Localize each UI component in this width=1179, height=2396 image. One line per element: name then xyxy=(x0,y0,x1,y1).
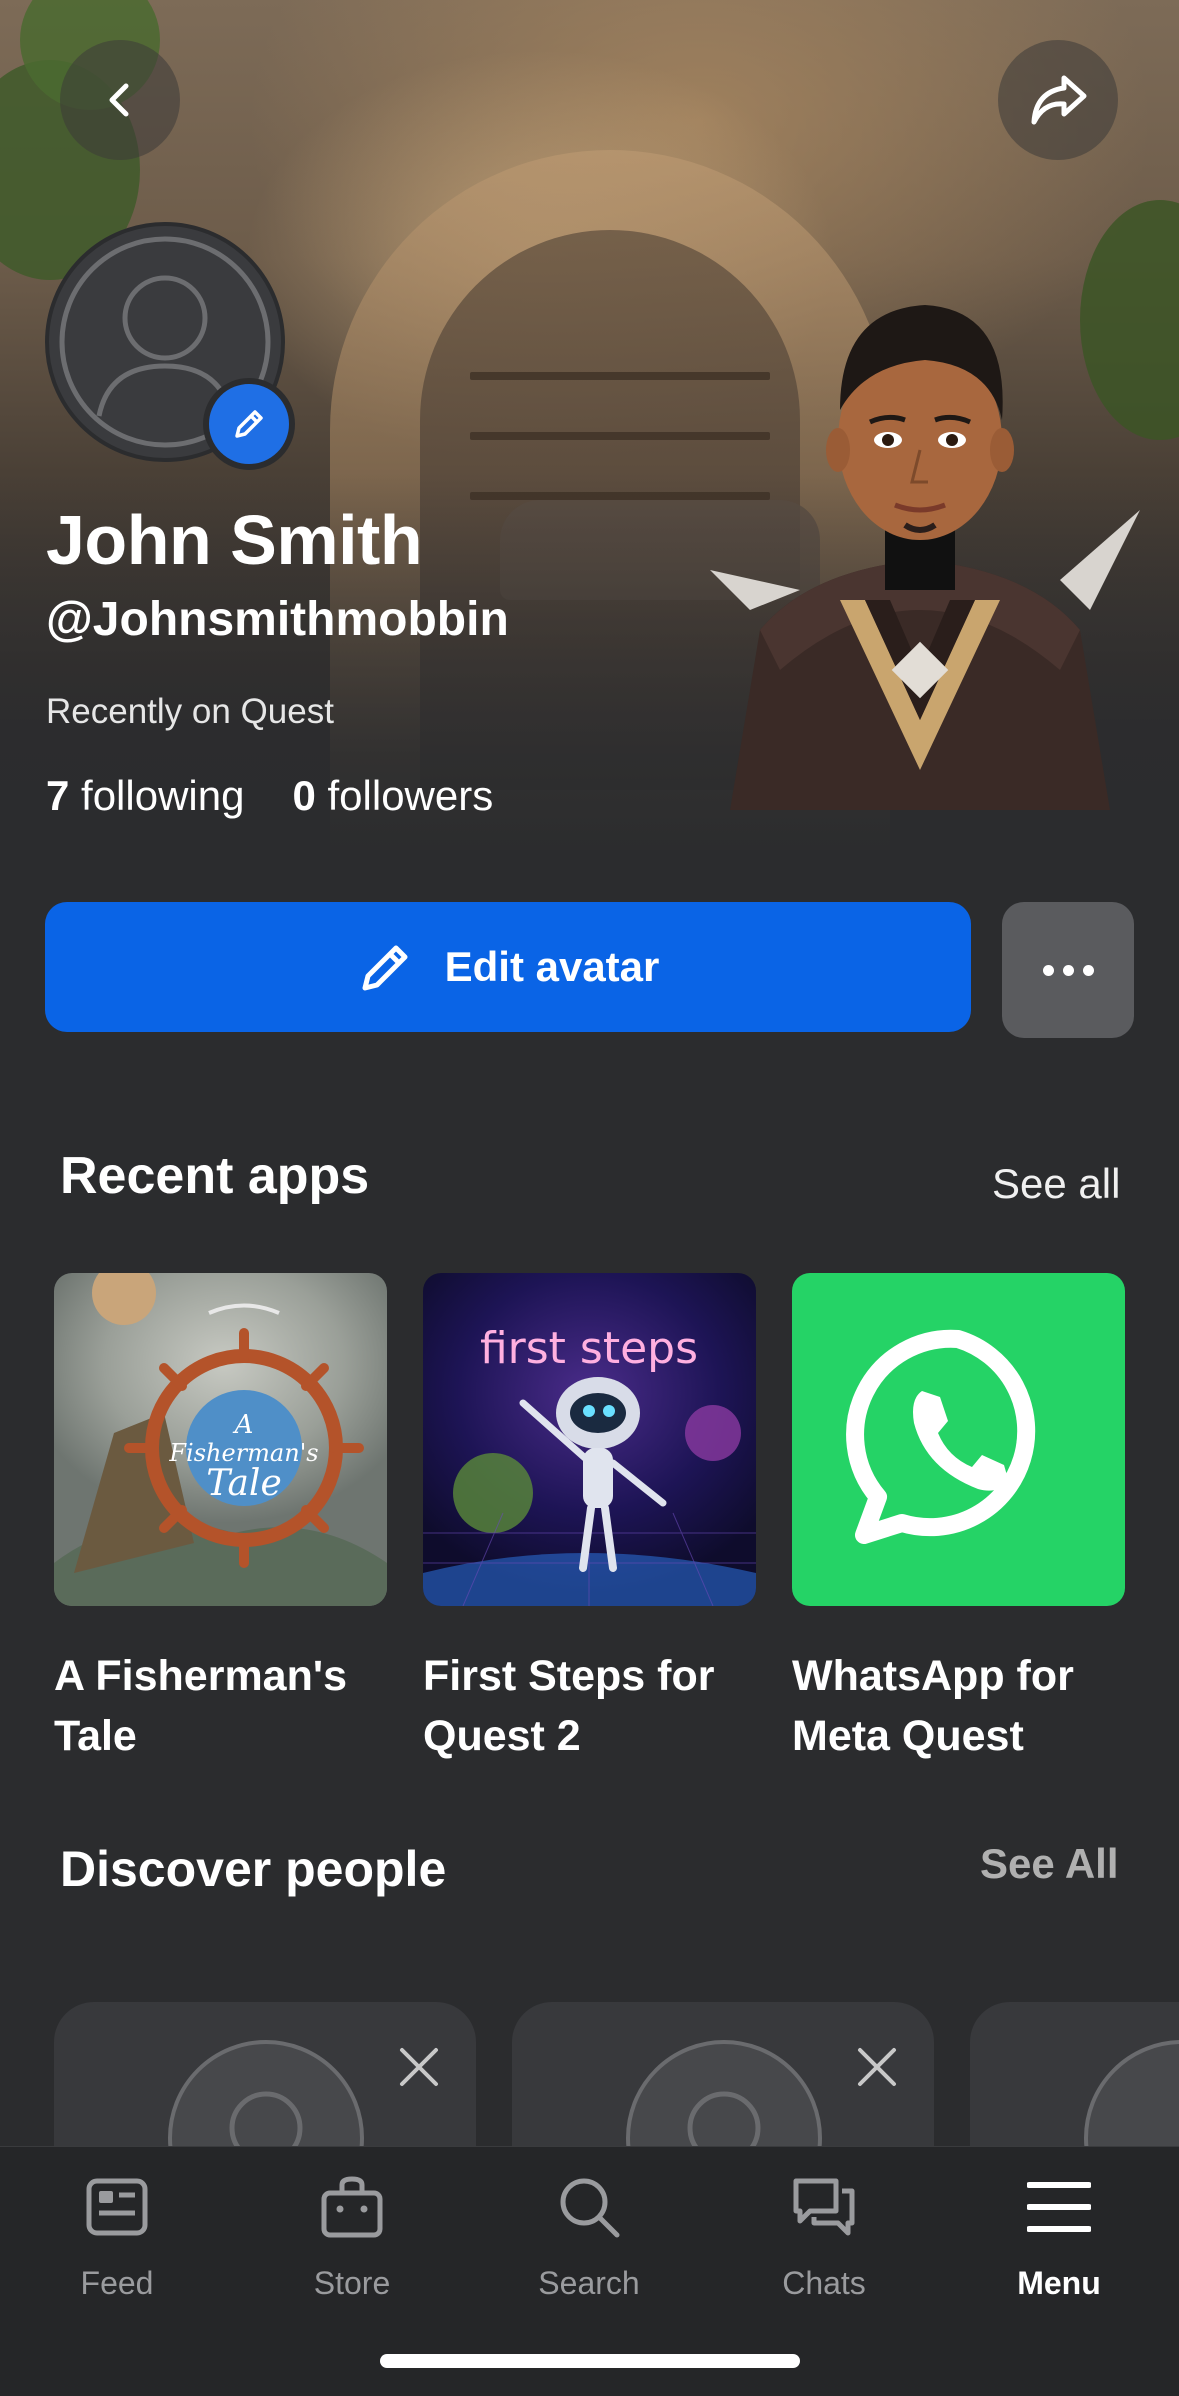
app-name: A Fisherman's Tale xyxy=(54,1652,348,1760)
followers-label: followers xyxy=(327,772,494,819)
share-button[interactable] xyxy=(998,40,1118,160)
pencil-icon xyxy=(235,410,263,438)
app-card[interactable]: first steps First Steps for Quest 2 xyxy=(423,1273,756,1766)
nav-item-store[interactable]: Store xyxy=(257,2171,447,2302)
chevron-left-icon xyxy=(109,83,129,117)
svg-text:Tale: Tale xyxy=(206,1463,282,1504)
nav-item-feed[interactable]: Feed xyxy=(22,2171,212,2302)
follow-stats: 7 following 0 followers xyxy=(46,772,493,820)
svg-text:first steps: first steps xyxy=(480,1323,698,1374)
following-count: 7 xyxy=(46,772,70,819)
pencil-icon xyxy=(362,945,408,991)
edit-avatar-button[interactable]: Edit avatar xyxy=(45,902,971,1032)
app-name: First Steps for Quest 2 xyxy=(423,1652,715,1760)
profile-screen: John Smith @Johnsmithmobbin Recently on … xyxy=(0,0,1179,2396)
chat-bubbles-icon xyxy=(788,2171,860,2243)
nav-item-search[interactable]: Search xyxy=(494,2171,684,2302)
feed-icon xyxy=(81,2171,153,2243)
hamburger-menu-icon xyxy=(1023,2171,1095,2243)
whatsapp-logo-icon xyxy=(846,1329,1036,1544)
discover-people-title: Discover people xyxy=(60,1841,447,1897)
app-name: WhatsApp for Meta Quest xyxy=(792,1652,1074,1760)
following-link[interactable]: 7 following xyxy=(46,772,244,820)
svg-text:A: A xyxy=(233,1410,254,1440)
nav-label: Store xyxy=(313,2265,391,2301)
app-thumbnail: first steps xyxy=(423,1273,756,1606)
nav-label: Chats xyxy=(782,2265,866,2301)
recent-apps-title: Recent apps xyxy=(60,1147,370,1205)
more-options-button[interactable] xyxy=(1002,902,1134,1038)
close-icon[interactable] xyxy=(394,2042,444,2092)
first-steps-artwork: first steps xyxy=(423,1323,756,1606)
share-arrow-icon xyxy=(1031,75,1087,125)
close-icon[interactable] xyxy=(852,2042,902,2092)
app-card[interactable]: A Fisherman's Tale A Fisherman's Tale xyxy=(54,1273,387,1766)
back-button[interactable] xyxy=(60,40,180,160)
followers-count: 0 xyxy=(292,772,316,819)
nav-item-chats[interactable]: Chats xyxy=(729,2171,919,2302)
nav-label: Search xyxy=(538,2265,640,2301)
nav-item-menu[interactable]: Menu xyxy=(964,2171,1154,2302)
app-thumbnail: A Fisherman's Tale xyxy=(54,1273,387,1606)
profile-name: John Smith xyxy=(46,501,423,579)
profile-status: Recently on Quest xyxy=(46,692,334,731)
fishermans-tale-artwork: A Fisherman's Tale xyxy=(54,1273,387,1606)
home-indicator[interactable] xyxy=(380,2354,800,2368)
recent-apps-see-all-link[interactable]: See all xyxy=(992,1160,1120,1208)
app-card[interactable]: WhatsApp for Meta Quest xyxy=(792,1273,1125,1766)
edit-avatar-label: Edit avatar xyxy=(444,943,660,990)
nav-label: Menu xyxy=(1017,2265,1101,2301)
following-label: following xyxy=(81,772,245,819)
app-thumbnail xyxy=(792,1273,1125,1606)
edit-profile-picture-button[interactable] xyxy=(203,378,295,470)
ellipsis-icon xyxy=(1042,964,1094,976)
search-icon xyxy=(553,2171,625,2243)
profile-handle: @Johnsmithmobbin xyxy=(46,593,509,646)
user-avatar-figure xyxy=(710,305,1140,810)
store-bag-icon xyxy=(316,2171,388,2243)
discover-people-see-all-link[interactable]: See All xyxy=(980,1840,1119,1888)
nav-label: Feed xyxy=(80,2265,154,2301)
followers-link[interactable]: 0 followers xyxy=(292,772,493,820)
